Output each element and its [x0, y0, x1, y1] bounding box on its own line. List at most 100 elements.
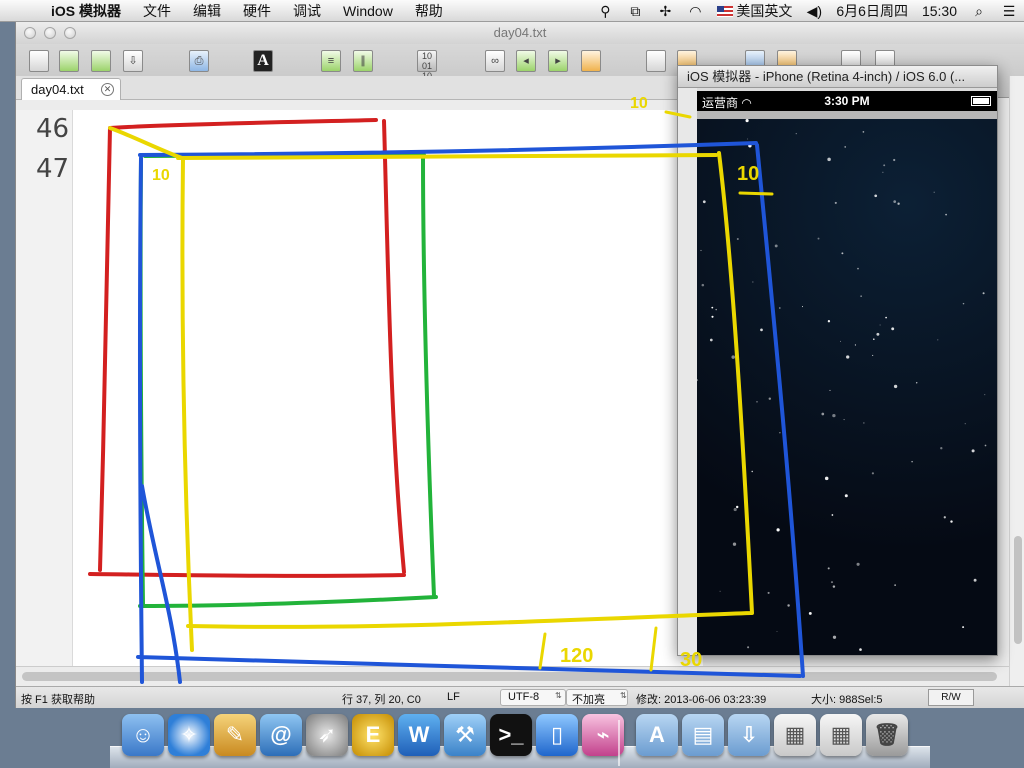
find-next-icon[interactable]: ▸: [545, 48, 571, 74]
star: [883, 164, 886, 167]
applications-folder-icon[interactable]: A: [636, 714, 678, 756]
star: [701, 283, 705, 287]
trash-icon[interactable]: 🗑: [866, 714, 908, 756]
list-icon[interactable]: ≡: [318, 48, 344, 74]
simulator-title: iOS 模拟器 - iPhone (Retina 4-inch) / iOS 6…: [678, 66, 997, 88]
notification-center-icon[interactable]: ☰: [994, 3, 1024, 20]
new-file-icon[interactable]: [26, 48, 52, 74]
word-icon[interactable]: W: [398, 714, 440, 756]
minimize-window-button[interactable]: [44, 27, 56, 39]
star: [841, 252, 844, 255]
open-folder-icon[interactable]: [56, 48, 82, 74]
font-icon[interactable]: A: [250, 48, 276, 74]
star: [893, 158, 896, 162]
star: [747, 646, 750, 649]
editplus-icon[interactable]: E: [352, 714, 394, 756]
star: [846, 355, 850, 359]
star: [984, 394, 986, 396]
replace-icon[interactable]: [578, 48, 604, 74]
star: [874, 194, 878, 198]
spotlight-search-icon[interactable]: ⌕: [964, 3, 994, 20]
star: [711, 315, 714, 318]
save-icon[interactable]: ⇩: [120, 48, 146, 74]
wifi-icon[interactable]: ◠: [680, 3, 710, 20]
screenshots-stack-icon[interactable]: ▦: [820, 714, 862, 756]
link-status-icon[interactable]: ⚲: [590, 3, 620, 20]
finder-icon[interactable]: ☺: [122, 714, 164, 756]
horizontal-scrollbar[interactable]: [16, 666, 1009, 686]
star: [834, 201, 837, 204]
star: [832, 635, 837, 639]
star: [984, 444, 987, 447]
text-editing-area[interactable]: [73, 110, 703, 666]
close-tab-icon[interactable]: ✕: [101, 83, 114, 96]
print-icon[interactable]: ⎙: [186, 48, 212, 74]
close-window-button[interactable]: [24, 27, 36, 39]
star: [745, 119, 749, 123]
star: [962, 302, 965, 305]
menu-file[interactable]: 文件: [132, 1, 182, 21]
downloads-folder-icon[interactable]: ⇩: [728, 714, 770, 756]
star: [756, 400, 758, 403]
chevron-updown-icon: ⇅: [555, 691, 562, 700]
dock-separator: [618, 720, 620, 766]
binary-icon[interactable]: 100110: [414, 48, 440, 81]
launchpad-icon[interactable]: ➶: [306, 714, 348, 756]
find-icon[interactable]: ∞: [482, 48, 508, 74]
star: [733, 507, 737, 512]
menu-app-name[interactable]: iOS 模拟器: [40, 1, 132, 21]
star: [731, 355, 735, 359]
bluetooth-icon[interactable]: ✢: [650, 3, 680, 20]
star: [829, 389, 831, 391]
terminal-icon[interactable]: >_: [490, 714, 532, 756]
star: [862, 131, 865, 133]
zoom-window-button[interactable]: [64, 27, 76, 39]
screenshots-stack-icon[interactable]: ▦: [774, 714, 816, 756]
menu-debug[interactable]: 调试: [282, 1, 332, 21]
documents-folder-icon[interactable]: ▤: [682, 714, 724, 756]
star: [719, 590, 721, 592]
vertical-scroll-thumb[interactable]: [1014, 536, 1022, 644]
word-wrap-icon[interactable]: [643, 48, 669, 74]
star: [882, 171, 884, 173]
star: [767, 591, 770, 594]
star: [827, 567, 830, 570]
star: [776, 631, 778, 633]
star: [860, 295, 862, 297]
input-source-menu[interactable]: 美国英文: [710, 1, 799, 21]
volume-icon[interactable]: ◀): [799, 3, 829, 20]
star: [702, 200, 706, 204]
menu-edit[interactable]: 编辑: [182, 1, 232, 21]
star: [760, 328, 763, 332]
us-flag-icon: [717, 6, 734, 17]
menu-window[interactable]: Window: [332, 3, 404, 19]
xcode-installer-icon[interactable]: ✎: [214, 714, 256, 756]
reopen-icon[interactable]: [88, 48, 114, 74]
display-mirror-icon[interactable]: ⧉: [620, 3, 650, 20]
horizontal-scroll-thumb[interactable]: [22, 672, 997, 681]
menu-hardware[interactable]: 硬件: [232, 1, 282, 21]
star: [831, 514, 834, 516]
simulator-screen[interactable]: 运营商 ◠ 3:30 PM: [697, 91, 997, 655]
menu-help[interactable]: 帮助: [404, 1, 454, 21]
star: [817, 237, 820, 240]
star: [736, 237, 739, 241]
clock-time[interactable]: 15:30: [915, 3, 964, 19]
ios-simulator-icon[interactable]: ▯: [536, 714, 578, 756]
columns-icon[interactable]: ∥: [350, 48, 376, 74]
star: [839, 340, 841, 342]
read-write-toggle[interactable]: R/W: [928, 689, 974, 706]
star: [879, 324, 881, 326]
safari-icon[interactable]: ✧: [168, 714, 210, 756]
find-prev-icon[interactable]: ◂: [513, 48, 539, 74]
status-modified-date: 修改: 2013-06-06 03:23:39: [636, 694, 767, 706]
address-book-icon[interactable]: @: [260, 714, 302, 756]
star: [911, 460, 913, 463]
tab-day04[interactable]: day04.txt ✕: [21, 78, 121, 100]
star: [752, 281, 754, 283]
clock-date[interactable]: 6月6日周四: [829, 1, 915, 21]
star: [857, 267, 859, 270]
xcode-icon[interactable]: ⚒: [444, 714, 486, 756]
vertical-scrollbar[interactable]: [1009, 76, 1024, 686]
status-line-ending[interactable]: LF: [447, 691, 460, 703]
